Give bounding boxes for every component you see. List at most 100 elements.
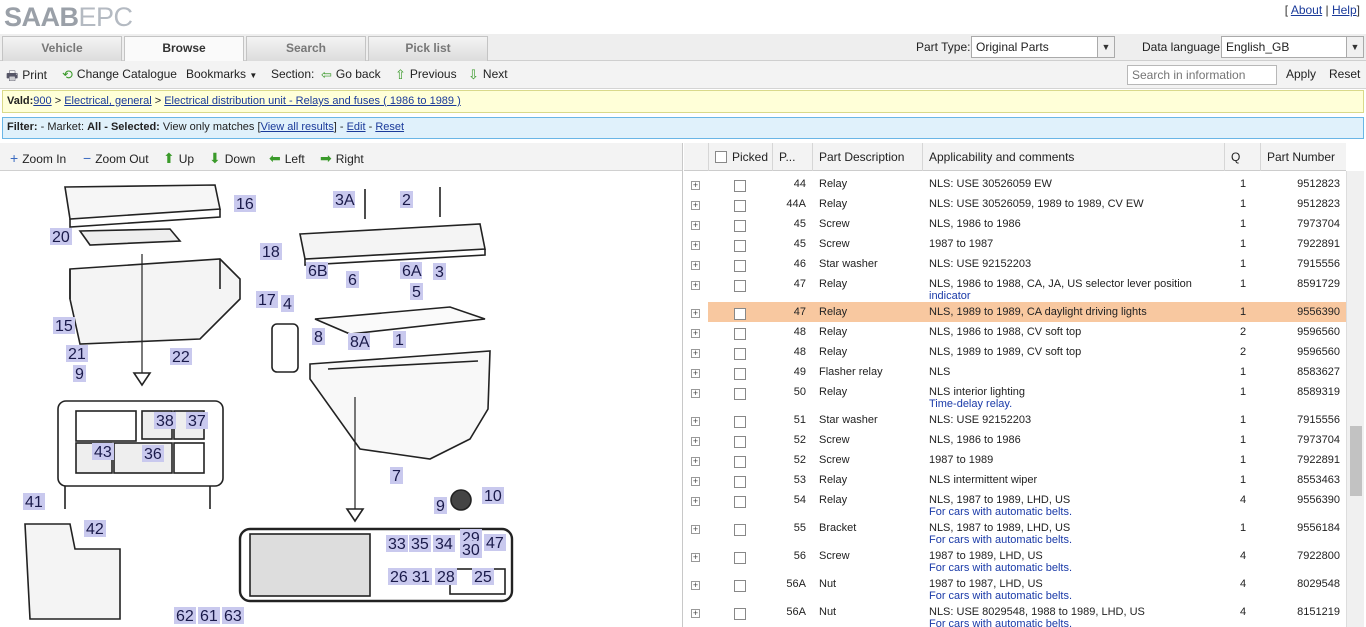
expand-icon[interactable]: + <box>691 181 700 190</box>
callout-label[interactable]: 25 <box>474 569 492 586</box>
expand-icon[interactable]: + <box>691 329 700 338</box>
callout-label[interactable]: 3A <box>335 192 355 209</box>
callout-label[interactable]: 33 <box>388 536 406 553</box>
callout-label[interactable]: 6A <box>402 263 422 280</box>
expand-icon[interactable]: + <box>691 309 700 318</box>
expand-icon[interactable]: + <box>691 389 700 398</box>
table-row[interactable]: +52 Screw NLS, 1986 to 1986 1 7973704 <box>684 430 1346 450</box>
pick-checkbox[interactable] <box>734 308 746 320</box>
reset-button[interactable]: Reset <box>1329 67 1360 81</box>
table-row[interactable]: +44 Relay NLS: USE 30526059 EW 1 9512823 <box>684 174 1346 194</box>
expand-icon[interactable]: + <box>691 221 700 230</box>
callout-label[interactable]: 31 <box>412 569 430 586</box>
print-button[interactable]: 🖶 Print <box>6 67 47 89</box>
search-input[interactable] <box>1127 65 1277 85</box>
callout-label[interactable]: 15 <box>55 318 73 335</box>
callout-label[interactable]: 28 <box>437 569 455 586</box>
pick-checkbox[interactable] <box>734 220 746 232</box>
expand-icon[interactable]: + <box>691 477 700 486</box>
go-back-button[interactable]: ⇦ Go back <box>321 67 381 83</box>
tab-pick-list[interactable]: Pick list <box>368 36 488 61</box>
table-row[interactable]: +53 Relay NLS intermittent wiper 1 8553463 <box>684 470 1346 490</box>
pick-checkbox[interactable] <box>734 416 746 428</box>
expand-icon[interactable]: + <box>691 609 700 618</box>
pick-checkbox[interactable] <box>734 368 746 380</box>
table-row[interactable]: +56 Screw 1987 to 1989, LHD, US For cars wi… <box>684 546 1346 574</box>
callout-label[interactable]: 34 <box>435 536 453 553</box>
pan-right-button[interactable]: ➡ Right <box>320 150 364 167</box>
callout-label[interactable]: 17 <box>258 292 276 309</box>
pick-checkbox[interactable] <box>734 580 746 592</box>
table-row[interactable]: +50 Relay NLS interior lighting Time-delay … <box>684 382 1346 410</box>
callout-label[interactable]: 9 <box>75 366 84 383</box>
pick-checkbox[interactable] <box>734 476 746 488</box>
breadcrumb-model[interactable]: 900 <box>33 95 51 107</box>
callout-label[interactable]: 61 <box>200 608 218 625</box>
pick-checkbox[interactable] <box>734 200 746 212</box>
callout-label[interactable]: 63 <box>224 608 242 625</box>
callout-label[interactable]: 35 <box>411 536 429 553</box>
pick-checkbox[interactable] <box>734 280 746 292</box>
select-all-checkbox[interactable] <box>715 151 727 163</box>
callout-label[interactable]: 6 <box>348 272 357 289</box>
callout-label[interactable]: 38 <box>156 413 174 430</box>
pick-checkbox[interactable] <box>734 388 746 400</box>
callout-label[interactable]: 42 <box>86 521 104 538</box>
parts-diagram[interactable]: 162018171521 22938 3743 3641423A 26B66A5348 8… <box>10 179 530 627</box>
pan-up-button[interactable]: ⬆ Up <box>163 150 194 167</box>
callout-label[interactable]: 26 <box>390 569 408 586</box>
pick-checkbox[interactable] <box>734 180 746 192</box>
quantity-column-header[interactable]: Q <box>1224 143 1260 171</box>
pick-checkbox[interactable] <box>734 456 746 468</box>
pick-checkbox[interactable] <box>734 348 746 360</box>
table-row[interactable]: +51 Star washer NLS: USE 92152203 1 7915556 <box>684 410 1346 430</box>
callout-label[interactable]: 62 <box>176 608 194 625</box>
expand-icon[interactable]: + <box>691 525 700 534</box>
callout-label[interactable]: 6B <box>308 263 328 280</box>
filter-reset-link[interactable]: Reset <box>375 121 404 133</box>
table-row[interactable]: +48 Relay NLS, 1989 to 1989, CV soft top 2 9… <box>684 342 1346 362</box>
pick-checkbox[interactable] <box>734 240 746 252</box>
apply-button[interactable]: Apply <box>1286 67 1316 81</box>
callout-label[interactable]: 47 <box>486 535 504 552</box>
callout-label[interactable]: 8 <box>314 329 323 346</box>
callout-label[interactable]: 9 <box>436 498 445 515</box>
table-row[interactable]: +46 Star washer NLS: USE 92152203 1 7915556 <box>684 254 1346 274</box>
bookmarks-button[interactable]: Bookmarks ▼ <box>186 67 257 81</box>
part-type-select[interactable]: Original Parts ▼ <box>971 36 1115 58</box>
view-all-results-link[interactable]: View all results <box>261 121 334 133</box>
pick-checkbox[interactable] <box>734 436 746 448</box>
tab-browse[interactable]: Browse <box>124 36 244 61</box>
callout-label[interactable]: 20 <box>52 229 70 246</box>
expand-icon[interactable]: + <box>691 437 700 446</box>
vertical-scrollbar[interactable] <box>1346 171 1364 627</box>
callout-label[interactable]: 2 <box>402 192 411 209</box>
table-row[interactable]: +47 Relay NLS, 1986 to 1988, CA, JA, US se… <box>684 274 1346 302</box>
table-row[interactable]: +52 Screw 1987 to 1989 1 7922891 <box>684 450 1346 470</box>
table-row[interactable]: +48 Relay NLS, 1986 to 1988, CV soft top 2 9… <box>684 322 1346 342</box>
callout-label[interactable]: 5 <box>412 284 421 301</box>
table-row[interactable]: +54 Relay NLS, 1987 to 1989, LHD, US For ca… <box>684 490 1346 518</box>
table-row[interactable]: +55 Bracket NLS, 1987 to 1989, LHD, US For … <box>684 518 1346 546</box>
expand-icon[interactable]: + <box>691 457 700 466</box>
callout-label[interactable]: 10 <box>484 488 502 505</box>
pick-checkbox[interactable] <box>734 328 746 340</box>
callout-label[interactable]: 43 <box>94 444 112 461</box>
callout-label[interactable]: 21 <box>68 346 86 363</box>
callout-label[interactable]: 18 <box>262 244 280 261</box>
callout-label[interactable]: 8A <box>350 334 370 351</box>
table-row[interactable]: +45 Screw NLS, 1986 to 1986 1 7973704 <box>684 214 1346 234</box>
callout-label[interactable]: 16 <box>236 196 254 213</box>
part-number-column-header[interactable]: Part Number <box>1260 143 1346 171</box>
pick-checkbox[interactable] <box>734 260 746 272</box>
table-row[interactable]: +56A Nut 1987 to 1987, LHD, US For cars wit… <box>684 574 1346 602</box>
callout-label[interactable]: 37 <box>188 413 206 430</box>
description-column-header[interactable]: Part Description <box>812 143 924 171</box>
filter-edit-link[interactable]: Edit <box>347 121 366 133</box>
expand-icon[interactable]: + <box>691 201 700 210</box>
pick-checkbox[interactable] <box>734 552 746 564</box>
callout-label[interactable]: 41 <box>25 494 43 511</box>
expand-icon[interactable]: + <box>691 261 700 270</box>
applicability-column-header[interactable]: Applicability and comments <box>922 143 1224 171</box>
breadcrumb-level2[interactable]: Electrical distribution unit - Relays an… <box>164 95 461 107</box>
